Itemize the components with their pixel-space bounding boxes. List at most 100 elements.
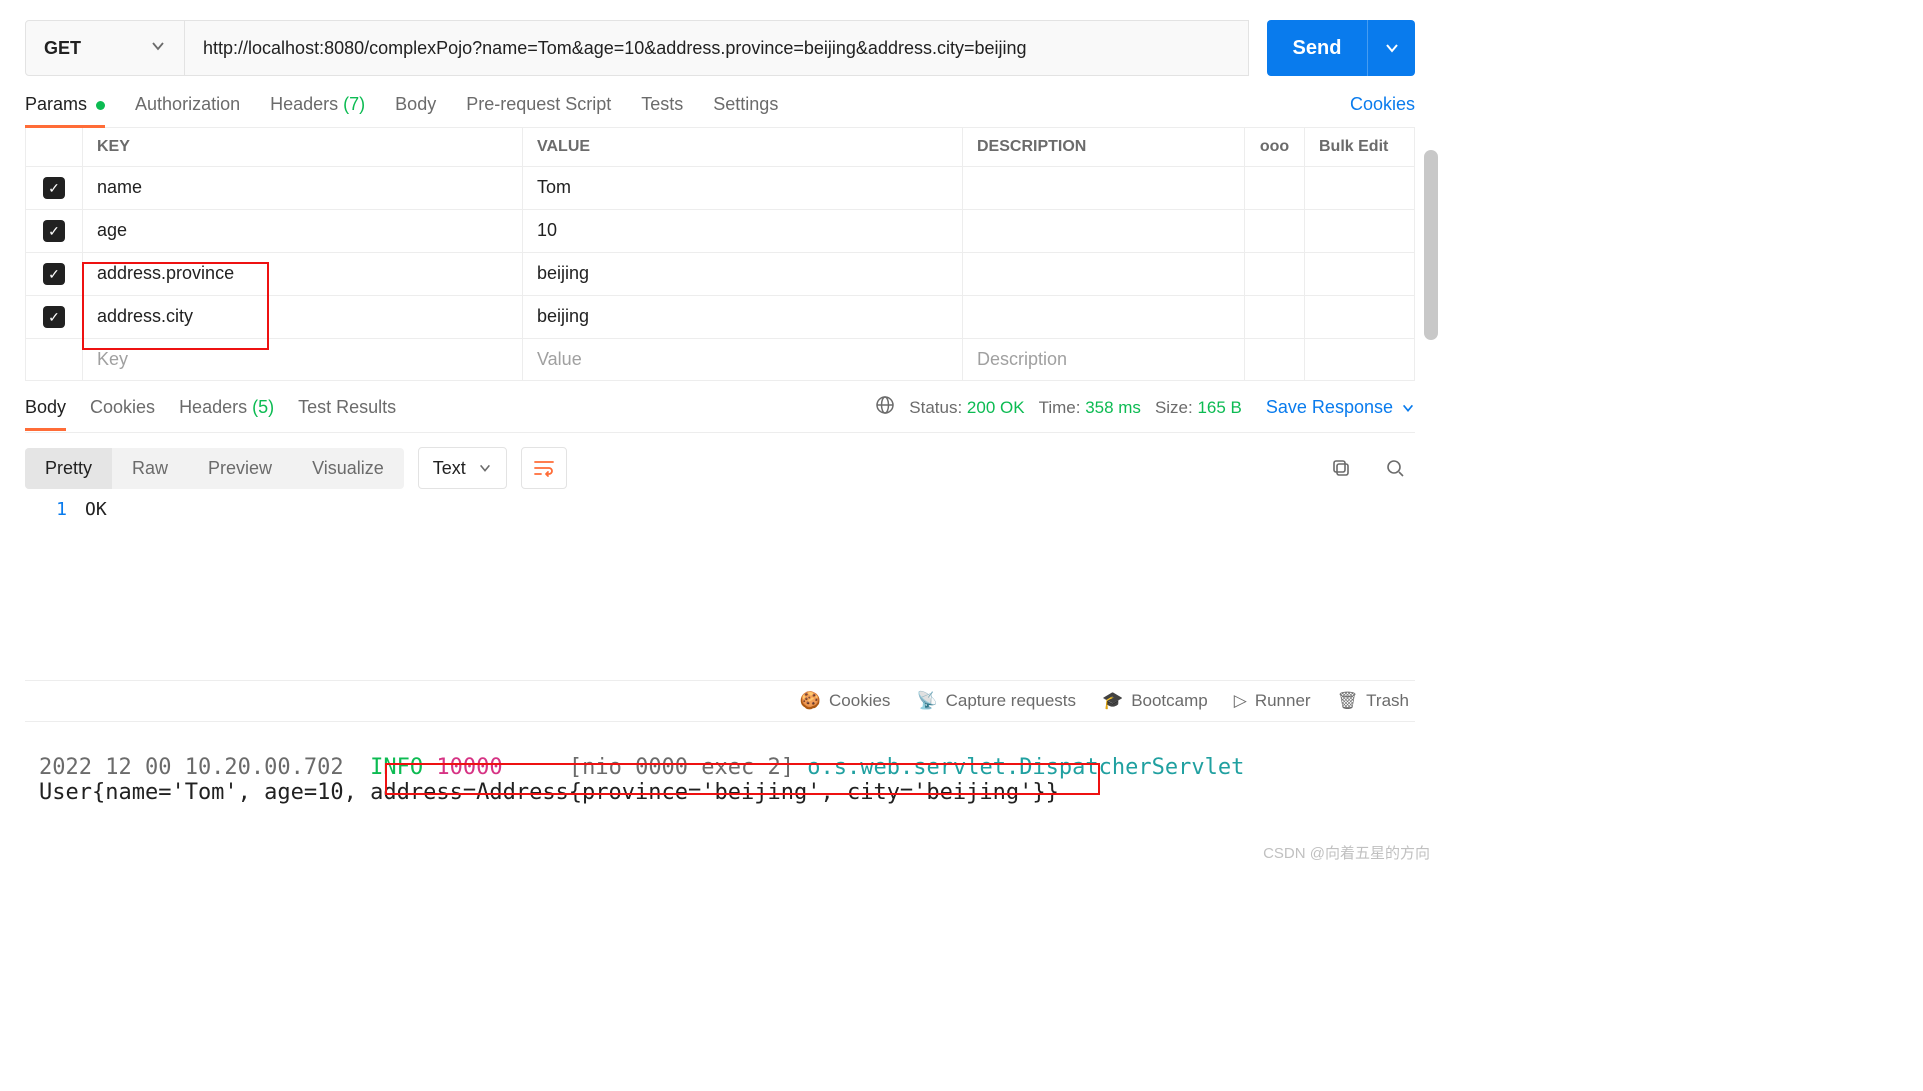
param-row: ✓ age 10 [26,210,1414,253]
size-value: 165 B [1197,398,1241,417]
param-key[interactable]: address.province [82,253,522,295]
size-label: Size: [1155,398,1193,417]
row-checkbox[interactable]: ✓ [43,220,65,242]
param-desc[interactable] [962,296,1244,338]
satellite-icon: 📡 [916,691,937,711]
sb-label: Capture requests [946,691,1076,711]
param-desc[interactable] [962,167,1244,209]
res-tab-test-results[interactable]: Test Results [298,397,396,430]
res-tab-cookies[interactable]: Cookies [90,397,155,430]
format-select[interactable]: Text [418,447,507,489]
status-value: 200 OK [967,398,1025,417]
param-key-placeholder[interactable]: Key [82,339,522,380]
view-raw[interactable]: Raw [112,448,188,489]
line-number: 1 [25,499,85,520]
sb-runner[interactable]: ▷ Runner [1234,691,1311,711]
tab-authorization[interactable]: Authorization [135,94,240,127]
param-value[interactable]: 10 [522,210,962,252]
copy-icon [1331,458,1351,478]
request-url-bar: GET http://localhost:8080/complexPojo?na… [25,20,1415,76]
param-desc[interactable] [962,253,1244,295]
log-class: o.s.web.servlet.DispatcherServlet [807,755,1244,780]
param-key[interactable]: name [82,167,522,209]
tab-headers[interactable]: Headers (7) [270,94,365,127]
save-response-label: Save Response [1266,397,1393,418]
search-icon [1385,458,1405,478]
log-timestamp: 2022 12 00 10.20.00.702 [39,755,344,780]
tab-tests[interactable]: Tests [641,94,683,127]
response-tabs: Body Cookies Headers (5) Test Results St… [25,395,1415,433]
sb-label: Trash [1366,691,1409,711]
param-row: ✓ address.city beijing [26,296,1414,339]
save-response-button[interactable]: Save Response [1266,397,1415,430]
cookies-link[interactable]: Cookies [1350,94,1415,127]
param-value[interactable]: beijing [522,253,962,295]
param-key[interactable]: age [82,210,522,252]
status-bar: 🍪 Cookies 📡 Capture requests 🎓 Bootcamp … [25,680,1415,721]
view-preview[interactable]: Preview [188,448,292,489]
trash-icon: 🗑 [1337,691,1359,711]
more-actions-button[interactable]: ooo [1244,128,1304,166]
row-checkbox[interactable]: ✓ [43,177,65,199]
tab-params[interactable]: Params [25,94,105,127]
sb-label: Bootcamp [1131,691,1208,711]
bulk-edit-button[interactable]: Bulk Edit [1304,128,1414,166]
row-checkbox[interactable]: ✓ [43,263,65,285]
url-input[interactable]: http://localhost:8080/complexPojo?name=T… [185,20,1249,76]
copy-button[interactable] [1321,448,1361,488]
tab-settings[interactable]: Settings [713,94,778,127]
view-pretty[interactable]: Pretty [25,448,112,489]
console-log: 2022 12 00 10.20.00.702 INFO 10000 [nio … [25,721,1415,869]
request-tabs: Params Authorization Headers (7) Body Pr… [25,94,1415,128]
headers-count: (7) [343,94,365,114]
param-value[interactable]: beijing [522,296,962,338]
param-row-placeholder: Key Value Description [26,339,1414,380]
watermark: CSDN @向着五星的方向 [1263,842,1430,863]
response-meta: Status: 200 OK Time: 358 ms Size: 165 B [875,395,1242,432]
sb-bootcamp[interactable]: 🎓 Bootcamp [1102,691,1208,711]
col-description: DESCRIPTION [962,128,1244,166]
log-pid: 10000 [436,755,502,780]
sb-capture[interactable]: 📡 Capture requests [916,691,1076,711]
res-tab-headers[interactable]: Headers (5) [179,397,274,430]
col-value: VALUE [522,128,962,166]
url-text: http://localhost:8080/complexPojo?name=T… [203,38,1027,59]
col-key: KEY [82,128,522,166]
search-button[interactable] [1375,448,1415,488]
view-mode-segment: Pretty Raw Preview Visualize [25,448,404,489]
params-table-wrap: KEY VALUE DESCRIPTION ooo Bulk Edit ✓ na… [25,128,1415,381]
headers-count: (5) [252,397,274,417]
param-row: ✓ name Tom [26,167,1414,210]
tab-body[interactable]: Body [395,94,436,127]
time-label: Time: [1039,398,1081,417]
tab-label: Headers [179,397,247,417]
sb-cookies[interactable]: 🍪 Cookies [800,691,891,711]
tab-prerequest[interactable]: Pre-request Script [466,94,611,127]
param-desc[interactable] [962,210,1244,252]
chevron-down-icon [478,461,492,475]
sb-label: Cookies [829,691,890,711]
sb-label: Runner [1255,691,1311,711]
response-view-controls: Pretty Raw Preview Visualize Text [25,447,1415,489]
param-key[interactable]: address.city [82,296,522,338]
view-visualize[interactable]: Visualize [292,448,404,489]
http-method-select[interactable]: GET [25,20,185,76]
log-level: INFO [370,755,423,780]
log-thread: [nio 0000 exec 2] [569,755,794,780]
sb-trash[interactable]: 🗑 Trash [1337,691,1409,711]
param-value[interactable]: Tom [522,167,962,209]
param-value-placeholder[interactable]: Value [522,339,962,380]
send-button[interactable]: Send [1267,20,1367,76]
param-desc-placeholder[interactable]: Description [962,339,1244,380]
tab-label: Params [25,94,87,114]
status-label: Status: [909,398,962,417]
scrollbar[interactable] [1424,150,1438,340]
bootcamp-icon: 🎓 [1102,691,1123,711]
send-dropdown-button[interactable] [1367,20,1415,76]
params-active-dot-icon [96,101,105,110]
row-checkbox[interactable]: ✓ [43,306,65,328]
res-tab-body[interactable]: Body [25,397,66,430]
wrap-lines-button[interactable] [521,447,567,489]
params-table: KEY VALUE DESCRIPTION ooo Bulk Edit ✓ na… [25,128,1415,381]
cookie-icon: 🍪 [800,691,821,711]
